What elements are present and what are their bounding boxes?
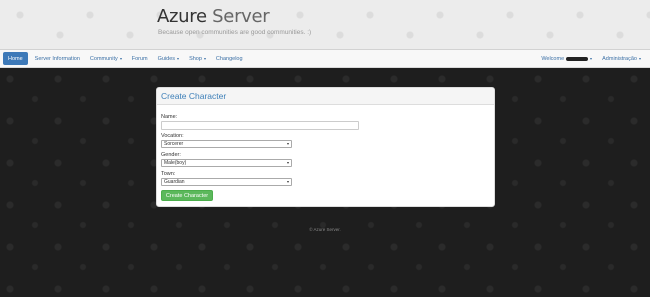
town-value: Guardian	[164, 179, 185, 185]
name-input[interactable]	[161, 121, 359, 130]
town-select[interactable]: Guardian	[161, 178, 292, 186]
town-label: Town:	[161, 171, 176, 177]
site-header: Azure Server Because open communities ar…	[0, 0, 650, 50]
site-tagline: Because open communities are good commun…	[158, 29, 312, 36]
nav-administration[interactable]: Administração	[597, 50, 646, 67]
nav-server-information[interactable]: Server Information	[30, 50, 85, 67]
nav-community-label: Community	[89, 55, 118, 62]
panel-title: Create Character	[157, 88, 494, 105]
dropdown-arrow-icon	[287, 143, 289, 145]
welcome-label: Welcome	[541, 55, 565, 62]
brand-light: Server	[206, 6, 270, 27]
chevron-down-icon	[203, 57, 206, 60]
nav-left: Home Server Information Community Forum …	[2, 50, 248, 67]
gender-label: Gender:	[161, 152, 181, 158]
vocation-label: Vocation:	[161, 133, 184, 139]
nav-shop-label: Shop	[189, 55, 202, 62]
chevron-down-icon	[119, 57, 122, 60]
brand-main: Azure	[157, 6, 207, 27]
create-character-panel: Create Character Name: Vocation: Sorcere…	[156, 87, 495, 207]
vocation-value: Sorcerer	[164, 141, 184, 147]
gender-select[interactable]: Male(boy)	[161, 159, 292, 167]
dropdown-arrow-icon	[287, 162, 289, 164]
nav-welcome-user[interactable]: Welcome	[536, 50, 597, 67]
nav-right: Welcome Administração	[536, 50, 646, 67]
create-character-button[interactable]: Create Character	[161, 190, 213, 201]
nav-shop[interactable]: Shop	[184, 50, 211, 67]
nav-community[interactable]: Community	[85, 50, 127, 67]
chevron-down-icon	[639, 57, 641, 60]
redacted-username	[566, 56, 589, 61]
vocation-select[interactable]: Sorcerer	[161, 140, 292, 148]
nav-changelog[interactable]: Changelog	[211, 50, 248, 67]
main-navbar: Home Server Information Community Forum …	[0, 50, 650, 68]
dropdown-arrow-icon	[287, 181, 289, 183]
nav-guides-label: Guides	[157, 55, 176, 62]
chevron-down-icon	[177, 57, 180, 60]
name-label: Name:	[161, 114, 178, 120]
nav-guides[interactable]: Guides	[153, 50, 184, 67]
footer-copyright: © Azure Server.	[309, 227, 341, 232]
gender-value: Male(boy)	[164, 160, 187, 166]
nav-home[interactable]: Home	[3, 52, 28, 65]
admin-label: Administração	[602, 55, 637, 62]
chevron-down-icon	[590, 57, 593, 60]
site-brand[interactable]: Azure Server	[157, 6, 270, 27]
nav-forum[interactable]: Forum	[127, 50, 153, 67]
